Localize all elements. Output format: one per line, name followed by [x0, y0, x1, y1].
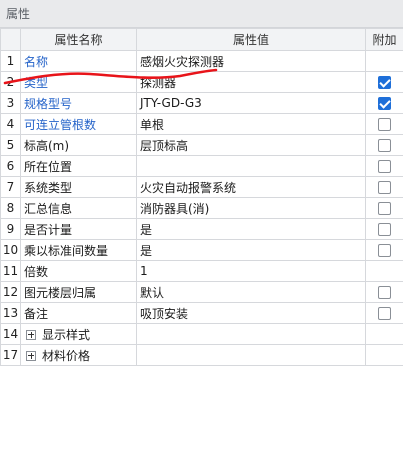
add-cell	[365, 50, 403, 72]
column-header-add[interactable]: 附加	[365, 28, 403, 51]
add-cell	[365, 302, 403, 324]
add-checkbox[interactable]	[378, 118, 391, 131]
add-checkbox[interactable]	[378, 160, 391, 173]
property-value-cell[interactable]: 探测器	[136, 71, 366, 93]
property-row[interactable]: 7 系统类型 火灾自动报警系统	[0, 176, 403, 198]
row-number: 10	[0, 239, 21, 261]
property-name: 汇总信息	[20, 197, 137, 219]
property-row[interactable]: 2 类型 探测器	[0, 71, 403, 93]
panel-title: 属性	[6, 7, 31, 21]
add-cell	[365, 155, 403, 177]
group-cell[interactable]: 材料价格	[20, 344, 137, 366]
expand-plus-icon[interactable]	[26, 330, 36, 340]
add-checkbox[interactable]	[378, 223, 391, 236]
property-row[interactable]: 1 名称 感烟火灾探测器	[0, 50, 403, 72]
property-value-cell[interactable]: 消防器具(消)	[136, 197, 366, 219]
add-checkbox[interactable]	[378, 244, 391, 257]
property-value-cell[interactable]: JTY-GD-G3	[136, 92, 366, 114]
expand-plus-icon[interactable]	[26, 351, 36, 361]
property-value-cell[interactable]	[136, 155, 366, 177]
property-row[interactable]: 8 汇总信息 消防器具(消)	[0, 197, 403, 219]
property-row[interactable]: 3 规格型号 JTY-GD-G3	[0, 92, 403, 114]
group-cell[interactable]: 显示样式	[20, 323, 137, 345]
row-number: 12	[0, 281, 21, 303]
property-row[interactable]: 4 可连立管根数 单根	[0, 113, 403, 135]
add-cell	[365, 344, 403, 366]
add-cell	[365, 134, 403, 156]
property-name: 倍数	[20, 260, 137, 282]
add-checkbox[interactable]	[378, 139, 391, 152]
column-header-value[interactable]: 属性值	[136, 28, 366, 51]
property-value-cell[interactable]: 是	[136, 239, 366, 261]
add-checkbox-checked[interactable]	[378, 97, 391, 110]
property-row[interactable]: 11 倍数 1	[0, 260, 403, 282]
property-name: 图元楼层归属	[20, 281, 137, 303]
property-value-cell[interactable]: 层顶标高	[136, 134, 366, 156]
properties-grid: 属性名称 属性值 附加 1 名称 感烟火灾探测器 2 类型 探测器 3 规格型号 JTY-GD-…	[0, 28, 403, 366]
property-value-cell[interactable]: 单根	[136, 113, 366, 135]
add-checkbox[interactable]	[378, 286, 391, 299]
add-cell	[365, 71, 403, 93]
property-row[interactable]: 13 备注 吸顶安装	[0, 302, 403, 324]
row-number: 17	[0, 344, 21, 366]
row-number: 9	[0, 218, 21, 240]
add-checkbox-checked[interactable]	[378, 76, 391, 89]
row-number: 6	[0, 155, 21, 177]
add-cell	[365, 260, 403, 282]
property-name: 乘以标准间数量	[20, 239, 137, 261]
property-name: 标高(m)	[20, 134, 137, 156]
add-cell	[365, 176, 403, 198]
property-value-cell[interactable]: 是	[136, 218, 366, 240]
properties-panel-header: 属性	[0, 0, 403, 28]
grid-header-row: 属性名称 属性值 附加	[0, 28, 403, 51]
row-number: 2	[0, 71, 21, 93]
property-value-cell[interactable]: 吸顶安装	[136, 302, 366, 324]
row-number: 5	[0, 134, 21, 156]
row-number-header	[0, 28, 21, 51]
property-value-cell[interactable]: 默认	[136, 281, 366, 303]
group-row[interactable]: 17 材料价格	[0, 344, 403, 366]
row-number: 4	[0, 113, 21, 135]
row-number: 8	[0, 197, 21, 219]
property-name: 类型	[20, 71, 137, 93]
property-value-cell[interactable]: 火灾自动报警系统	[136, 176, 366, 198]
grid-body: 1 名称 感烟火灾探测器 2 类型 探测器 3 规格型号 JTY-GD-G3 4 可连立管根数 单根 5…	[0, 50, 403, 366]
property-name: 系统类型	[20, 176, 137, 198]
add-checkbox[interactable]	[378, 307, 391, 320]
row-number: 11	[0, 260, 21, 282]
add-cell	[365, 92, 403, 114]
row-number: 13	[0, 302, 21, 324]
group-value-cell	[136, 323, 366, 345]
property-row[interactable]: 10 乘以标准间数量是	[0, 239, 403, 261]
column-header-name[interactable]: 属性名称	[20, 28, 137, 51]
property-name: 所在位置	[20, 155, 137, 177]
property-value-cell[interactable]: 1	[136, 260, 366, 282]
add-cell	[365, 239, 403, 261]
add-cell	[365, 281, 403, 303]
property-value-cell[interactable]: 感烟火灾探测器	[136, 50, 366, 72]
row-number: 1	[0, 50, 21, 72]
group-value-cell	[136, 344, 366, 366]
group-label: 材料价格	[42, 348, 91, 363]
add-checkbox[interactable]	[378, 202, 391, 215]
property-row[interactable]: 9 是否计量是	[0, 218, 403, 240]
row-number: 3	[0, 92, 21, 114]
add-cell	[365, 113, 403, 135]
row-number: 7	[0, 176, 21, 198]
property-name: 备注	[20, 302, 137, 324]
property-row[interactable]: 6 所在位置	[0, 155, 403, 177]
add-checkbox[interactable]	[378, 181, 391, 194]
row-number: 14	[0, 323, 21, 345]
add-cell	[365, 323, 403, 345]
property-row[interactable]: 5 标高(m) 层顶标高	[0, 134, 403, 156]
group-row[interactable]: 14 显示样式	[0, 323, 403, 345]
add-cell	[365, 197, 403, 219]
group-label: 显示样式	[42, 327, 91, 342]
property-name: 可连立管根数	[20, 113, 137, 135]
property-name: 规格型号	[20, 92, 137, 114]
property-name: 名称	[20, 50, 137, 72]
property-row[interactable]: 12 图元楼层归属 默认	[0, 281, 403, 303]
property-name: 是否计量	[20, 218, 137, 240]
add-cell	[365, 218, 403, 240]
